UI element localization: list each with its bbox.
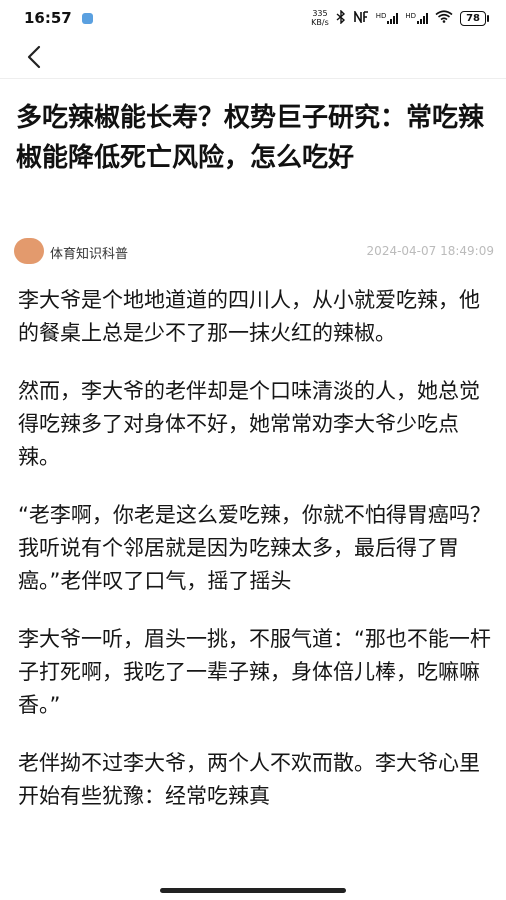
bluetooth-icon <box>336 8 346 27</box>
article-body: 李大爷是个地地道道的四川人，从小就爱吃辣，他的餐桌上总是少不了那一抹火红的辣椒。… <box>18 284 494 838</box>
status-time: 16:57 <box>24 9 72 27</box>
network-speed-value: 335 <box>312 9 328 18</box>
network-speed-unit: KB/s <box>311 18 329 27</box>
cellular-signal-1: HD <box>375 11 399 24</box>
hd-label-1: HD <box>375 11 387 20</box>
battery-indicator: 78 <box>460 10 489 26</box>
status-right: 335 KB/s HD HD 78 <box>311 8 489 27</box>
network-speed: 335 KB/s <box>311 9 329 27</box>
top-nav-bar <box>0 36 506 79</box>
status-left: 16:57 <box>24 9 93 27</box>
app-notification-icon <box>81 12 93 24</box>
nfc-icon <box>353 8 369 26</box>
article-paragraph: 李大爷一听，眉头一挑，不服气道：“那也不能一杆子打死啊，我吃了一辈子辣，身体倍儿… <box>18 627 491 717</box>
hd-label-2: HD <box>405 11 417 20</box>
article-paragraph: 然而，李大爷的老伴却是个口味清淡的人，她总觉得吃辣多了对身体不好，她常常劝李大爷… <box>18 379 480 469</box>
status-bar: 16:57 335 KB/s HD HD 78 <box>0 0 506 36</box>
chevron-left-icon <box>27 45 41 69</box>
author-name[interactable]: 体育知识科普 <box>50 243 128 262</box>
article-title: 多吃辣椒能长寿？权势巨子研究：常吃辣椒能降低死亡风险，怎么吃好 <box>16 103 485 173</box>
article-paragraph: 老伴拗不过李大爷，两个人不欢而散。李大爷心里开始有些犹豫：经常吃辣真 <box>18 751 480 808</box>
publish-timestamp: 2024-04-07 18:49:09 <box>366 244 494 258</box>
back-button[interactable] <box>20 42 50 72</box>
signal-bars-1-icon <box>387 12 399 24</box>
wifi-icon <box>435 10 453 26</box>
article-paragraph: “老李啊，你老是这么爱吃辣，你就不怕得胃癌吗？我听说有个邻居就是因为吃辣太多，最… <box>18 503 491 593</box>
cellular-signal-2: HD <box>405 11 429 24</box>
home-indicator[interactable] <box>160 888 346 893</box>
article-paragraph: 李大爷是个地地道道的四川人，从小就爱吃辣，他的餐桌上总是少不了那一抹火红的辣椒。 <box>18 288 480 345</box>
article-meta: 体育知识科普 2024-04-07 18:49:09 <box>14 237 494 265</box>
signal-bars-2-icon <box>417 12 429 24</box>
author-avatar[interactable] <box>14 238 44 264</box>
